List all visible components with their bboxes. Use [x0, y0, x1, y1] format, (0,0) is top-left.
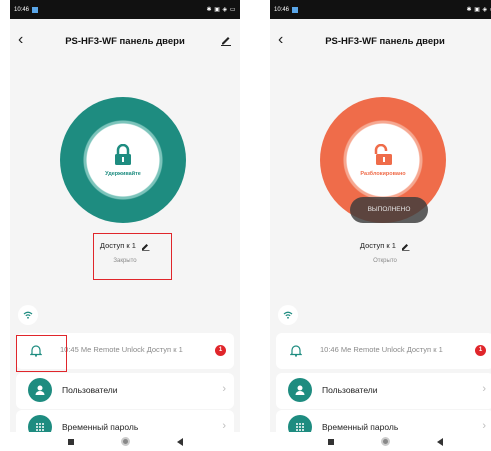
back-nav-icon[interactable]: [436, 437, 443, 446]
success-toast: ВЫПОЛНЕНО: [350, 197, 428, 223]
status-bar: 10:46 ✱ ▣ ◈ ▭: [270, 0, 491, 19]
user-icon: [28, 378, 52, 402]
system-nav-bar: [10, 432, 240, 451]
locked-padlock-icon: [115, 143, 131, 165]
menu-row-label: Пользователи: [62, 385, 118, 395]
chevron-right-icon: ›: [482, 420, 486, 432]
chevron-right-icon: ›: [222, 420, 226, 432]
user-icon: [288, 378, 312, 402]
wifi-status-button[interactable]: [278, 305, 298, 325]
lock-button-center: Удерживайте: [87, 124, 159, 196]
menu-row-users[interactable]: Пользователи ›: [276, 373, 491, 409]
unread-badge: 1: [215, 345, 226, 356]
home-icon[interactable]: [120, 437, 130, 446]
phone-screen-locked: 10:46 ✱ ▣ ◈ ▭ ‹ PS-HF3-WF панель двери У…: [10, 0, 240, 451]
status-bar: 10:46 ✱ ▣ ◈ ▭: [10, 0, 240, 19]
menu-row-label: Временный пароль: [322, 422, 399, 432]
event-log-row[interactable]: 10:46 Me Remote Unlock Доступ к 1 1: [276, 333, 491, 369]
event-log-text: 10:45 Me Remote Unlock Доступ к 1: [60, 345, 183, 354]
lock-state-label: Удерживайте: [105, 170, 141, 177]
access-point-label: Доступ к 1: [359, 241, 396, 250]
highlight-box-access: [93, 233, 172, 280]
menu-row-users[interactable]: Пользователи ›: [16, 373, 234, 409]
menu-row-label: Временный пароль: [62, 422, 139, 432]
unread-badge: 1: [475, 345, 486, 356]
clock: 10:46: [14, 6, 30, 13]
door-state-text: Открыто: [373, 258, 397, 264]
wifi-status-button[interactable]: [18, 305, 38, 325]
page-title: PS-HF3-WF панель двери: [325, 36, 445, 47]
chevron-right-icon: ›: [482, 383, 486, 395]
rename-pencil-icon[interactable]: [401, 242, 410, 251]
edit-icon[interactable]: [220, 34, 232, 46]
clock: 10:46: [274, 6, 290, 13]
back-nav-icon[interactable]: [176, 437, 183, 446]
recent-apps-icon[interactable]: [327, 438, 334, 445]
event-log-text: 10:46 Me Remote Unlock Доступ к 1: [320, 345, 443, 354]
app-header: ‹ PS-HF3-WF панель двери: [270, 28, 491, 54]
notification-icon: [292, 6, 299, 13]
phone-screen-unlocked: 10:46 ✱ ▣ ◈ ▭ ‹ PS-HF3-WF панель двери Р…: [270, 0, 491, 451]
lock-state-label: Разблокировано: [360, 170, 406, 177]
status-icons: ✱ ▣ ◈ ▭: [466, 7, 491, 13]
lock-button-center: Разблокировано: [347, 124, 419, 196]
system-nav-bar: [270, 432, 491, 451]
home-icon[interactable]: [380, 437, 390, 446]
recent-apps-icon[interactable]: [67, 438, 74, 445]
app-header: ‹ PS-HF3-WF панель двери: [10, 28, 240, 54]
status-icons: ✱ ▣ ◈ ▭: [206, 7, 236, 13]
notification-icon: [32, 6, 39, 13]
menu-row-label: Пользователи: [322, 385, 378, 395]
chevron-right-icon: ›: [222, 383, 226, 395]
wifi-icon: [283, 311, 293, 319]
page-title: PS-HF3-WF панель двери: [65, 36, 185, 47]
lock-button[interactable]: Удерживайте: [60, 97, 186, 223]
access-point-name[interactable]: Доступ к 1: [270, 241, 491, 251]
unlocked-padlock-icon: [374, 143, 392, 165]
highlight-box-bell: [16, 335, 67, 372]
wifi-icon: [23, 311, 33, 319]
bell-icon: [290, 345, 302, 357]
